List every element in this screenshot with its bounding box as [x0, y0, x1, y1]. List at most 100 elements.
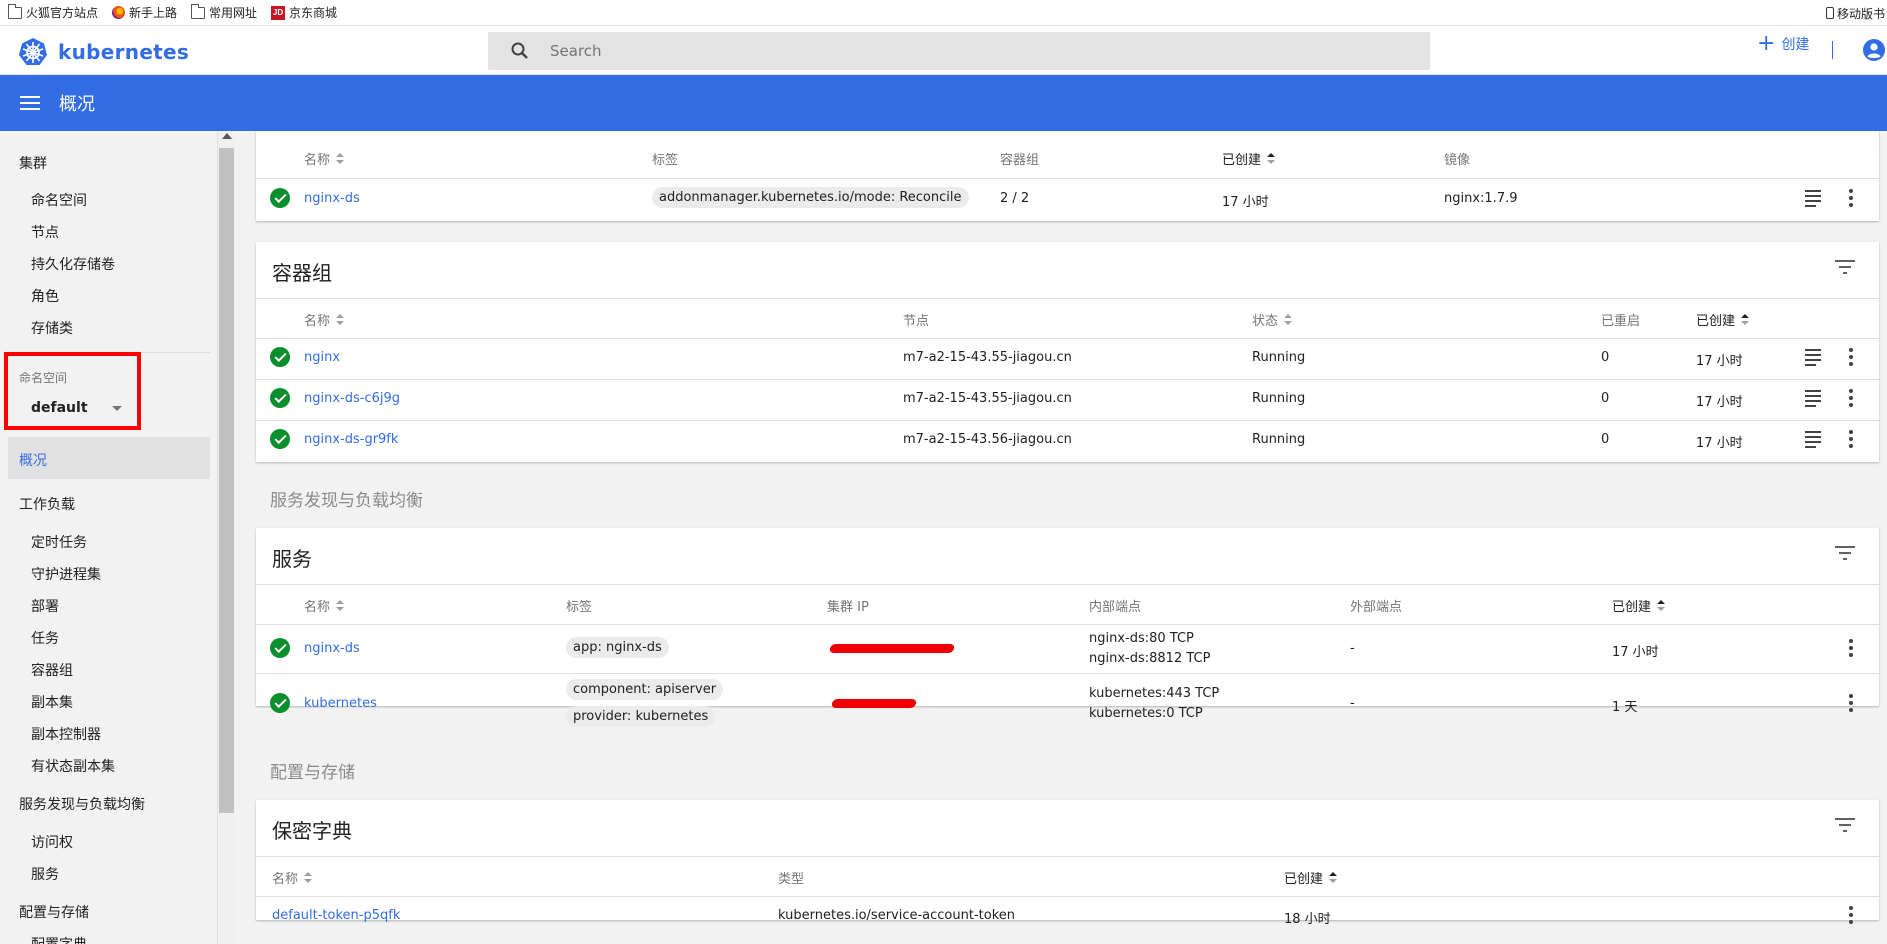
col-header-external-endpoints: 外部端点	[1350, 600, 1403, 615]
sidebar-item-namespaces[interactable]: 命名空间	[31, 190, 87, 210]
more-vert-icon[interactable]	[1849, 189, 1853, 210]
logs-icon[interactable]	[1805, 349, 1821, 369]
internal-endpoint: nginx-ds:8812 TCP	[1089, 651, 1211, 666]
logs-icon[interactable]	[1805, 431, 1821, 451]
logo-text: kubernetes	[58, 40, 190, 64]
folder-icon	[191, 3, 206, 19]
menu-icon[interactable]	[20, 92, 40, 114]
bookmark-jd[interactable]: JD 京东商城	[271, 4, 337, 21]
pod-status: Running	[1252, 432, 1306, 447]
pod-created: 17 小时	[1696, 395, 1743, 410]
pod-status: Running	[1252, 391, 1306, 406]
sidebar-scroll-thumb[interactable]	[219, 148, 234, 813]
pods-card: 容器组 名称 节点 状态 已重启 已创建 nginx m7-a2-15-43.5…	[256, 242, 1879, 462]
sidebar-item-nodes[interactable]: 节点	[31, 222, 59, 242]
col-header-created[interactable]: 已创建	[1612, 596, 1666, 615]
logs-icon[interactable]	[1805, 390, 1821, 410]
search-icon	[500, 41, 540, 61]
col-header-name[interactable]: 名称	[272, 868, 313, 887]
label-chip: app: nginx-ds	[566, 637, 669, 658]
bookmark-getting-started[interactable]: 新手上路	[112, 4, 177, 21]
row-divider	[256, 178, 1879, 179]
pod-node: m7-a2-15-43.56-jiagou.cn	[903, 432, 1072, 447]
sidebar-item-cronjobs[interactable]: 定时任务	[31, 532, 87, 552]
row-divider	[256, 338, 1879, 339]
daemonset-name-link[interactable]: nginx-ds	[304, 191, 360, 206]
sidebar-item-persistent-volumes[interactable]: 持久化存储卷	[31, 254, 115, 274]
col-header-status[interactable]: 状态	[1252, 310, 1293, 329]
main-content: 名称 标签 容器组 已创建 镜像 nginx-ds addonmanager.k…	[236, 131, 1887, 944]
kubernetes-logo[interactable]: kubernetes	[18, 37, 189, 67]
label-chip: addonmanager.kubernetes.io/mode: Reconci…	[652, 187, 969, 208]
card-title: 容器组	[272, 261, 332, 285]
bookmark-common-sites[interactable]: 常用网址	[191, 3, 257, 21]
col-header-name[interactable]: 名称	[304, 310, 345, 329]
sidebar-item-replication-controllers[interactable]: 副本控制器	[31, 724, 101, 744]
jd-icon: JD	[271, 5, 286, 20]
sidebar-heading-discovery[interactable]: 服务发现与负载均衡	[19, 794, 145, 814]
success-check-icon	[270, 429, 290, 449]
more-vert-icon[interactable]	[1849, 639, 1853, 660]
filter-icon[interactable]	[1835, 817, 1855, 836]
create-button[interactable]: + 创建	[1757, 31, 1809, 56]
col-header-name[interactable]: 名称	[304, 596, 345, 615]
pod-name-link[interactable]: nginx-ds-gr9fk	[304, 432, 398, 447]
col-header-type: 类型	[778, 872, 805, 887]
external-endpoint: -	[1350, 641, 1355, 656]
sidebar-item-ingresses[interactable]: 访问权	[31, 832, 73, 852]
sort-icon	[336, 313, 345, 326]
secret-name-link[interactable]: default-token-p5qfk	[272, 908, 400, 923]
row-divider	[256, 856, 1879, 857]
sidebar-item-overview[interactable]: 概况	[19, 450, 47, 470]
sidebar-heading-workloads[interactable]: 工作负载	[19, 494, 75, 514]
col-header-created[interactable]: 已创建	[1696, 310, 1750, 329]
sidebar-item-deployments[interactable]: 部署	[31, 596, 59, 616]
sidebar-item-pods[interactable]: 容器组	[31, 660, 73, 680]
sidebar-heading-config[interactable]: 配置与存储	[19, 902, 89, 922]
more-vert-icon[interactable]	[1849, 694, 1853, 715]
search-bar[interactable]	[488, 32, 1430, 70]
success-check-icon	[270, 188, 290, 208]
sort-icon	[336, 152, 345, 165]
row-divider	[256, 379, 1879, 380]
secret-type: kubernetes.io/service-account-token	[778, 908, 1016, 923]
sidebar-item-storage-classes[interactable]: 存储类	[31, 318, 73, 338]
search-input[interactable]	[548, 41, 1348, 61]
row-divider	[256, 420, 1879, 421]
col-header-created[interactable]: 已创建	[1222, 149, 1276, 168]
sidebar-item-daemonsets[interactable]: 守护进程集	[31, 564, 101, 584]
col-header-labels: 标签	[566, 600, 593, 615]
mobile-bookmarks[interactable]: 移动版书	[1825, 0, 1887, 26]
more-vert-icon[interactable]	[1849, 430, 1853, 451]
filter-icon[interactable]	[1835, 545, 1855, 564]
sidebar-item-roles[interactable]: 角色	[31, 286, 59, 306]
sidebar-item-services[interactable]: 服务	[31, 864, 59, 884]
pod-name-link[interactable]: nginx-ds-c6j9g	[304, 391, 400, 406]
more-vert-icon[interactable]	[1849, 389, 1853, 410]
sort-icon	[336, 599, 345, 612]
sidebar-item-replicasets[interactable]: 副本集	[31, 692, 73, 712]
plus-icon: +	[1757, 31, 1776, 56]
service-name-link[interactable]: kubernetes	[304, 696, 377, 711]
more-vert-icon[interactable]	[1849, 906, 1853, 927]
image-name: nginx:1.7.9	[1444, 191, 1518, 206]
col-header-created[interactable]: 已创建	[1284, 868, 1338, 887]
pod-name-link[interactable]: nginx	[304, 350, 340, 365]
sidebar-item-statefulsets[interactable]: 有状态副本集	[31, 756, 115, 776]
account-icon[interactable]	[1862, 38, 1886, 66]
more-vert-icon[interactable]	[1849, 348, 1853, 369]
col-header-name[interactable]: 名称	[304, 149, 345, 168]
sort-icon	[1284, 313, 1293, 326]
logs-icon[interactable]	[1805, 190, 1821, 210]
sidebar-item-configmaps[interactable]: 配置字典	[31, 934, 87, 944]
sidebar-item-jobs[interactable]: 任务	[31, 628, 59, 648]
filter-icon[interactable]	[1835, 259, 1855, 278]
scroll-up-arrow-icon[interactable]	[222, 133, 232, 139]
external-endpoint: -	[1350, 696, 1355, 711]
secret-created: 18 小时	[1284, 912, 1331, 927]
sidebar: 集群 命名空间 节点 持久化存储卷 角色 存储类 命名空间 default 概况…	[0, 131, 218, 944]
bookmark-firefox-site[interactable]: 火狐官方站点	[8, 3, 98, 21]
service-name-link[interactable]: nginx-ds	[304, 641, 360, 656]
sidebar-heading-cluster[interactable]: 集群	[19, 153, 47, 173]
daemonsets-card: 名称 标签 容器组 已创建 镜像 nginx-ds addonmanager.k…	[256, 131, 1879, 221]
